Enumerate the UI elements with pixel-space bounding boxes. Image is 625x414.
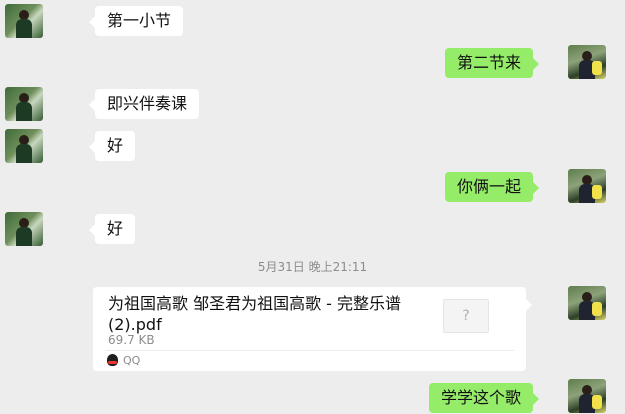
contact-avatar[interactable]	[5, 4, 43, 38]
user-avatar[interactable]	[568, 45, 606, 79]
message-bubble[interactable]: 第二节来	[444, 48, 540, 78]
message-bubble[interactable]: 好	[88, 131, 136, 161]
message-bubble[interactable]: 你俩一起	[444, 172, 540, 202]
user-avatar[interactable]	[568, 286, 606, 320]
message-bubble[interactable]: 好	[88, 214, 136, 244]
message-timestamp: 5月31日 晚上21:11	[257, 260, 368, 274]
contact-avatar[interactable]	[5, 212, 43, 246]
user-avatar[interactable]	[568, 169, 606, 203]
file-source: QQ	[107, 353, 140, 369]
contact-avatar[interactable]	[5, 129, 43, 163]
contact-avatar[interactable]	[5, 87, 43, 121]
qq-icon	[107, 354, 118, 366]
file-message-card[interactable]: 为祖国高歌 邹圣君为祖国高歌 - 完整乐谱(2).pdf 69.7 KB ? Q…	[93, 287, 532, 371]
user-avatar[interactable]	[568, 379, 606, 413]
message-bubble[interactable]: 学学这个歌	[428, 383, 540, 413]
unknown-file-icon: ?	[443, 299, 489, 333]
message-bubble[interactable]: 即兴伴奏课	[88, 89, 200, 119]
message-bubble[interactable]: 第一小节	[88, 6, 184, 36]
file-size: 69.7 KB	[108, 333, 155, 347]
file-source-label: QQ	[123, 354, 141, 367]
file-name: 为祖国高歌 邹圣君为祖国高歌 - 完整乐谱(2).pdf	[108, 294, 402, 334]
divider	[105, 350, 514, 351]
